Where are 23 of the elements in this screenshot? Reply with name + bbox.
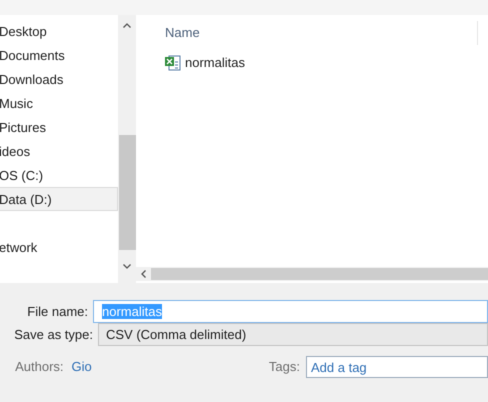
- scroll-left-icon[interactable]: [141, 270, 146, 278]
- field-label: Save as type:: [13, 326, 94, 344]
- file-name: normalitas: [185, 54, 245, 72]
- field-label: Authors:: [14, 358, 65, 376]
- file-row[interactable]: normalitas: [164, 51, 253, 75]
- save-type-dropdown[interactable]: CSV (Comma delimited): [98, 323, 488, 346]
- scrollbar-thumb[interactable]: [151, 268, 488, 280]
- nav-item[interactable]: Documents: [0, 43, 118, 67]
- field-label: File name:: [26, 302, 89, 321]
- field-label: Tags:: [268, 358, 301, 376]
- scroll-up-icon[interactable]: [123, 23, 131, 28]
- nav-item[interactable]: Downloads: [0, 67, 118, 91]
- nav-item[interactable]: Music: [0, 91, 118, 115]
- nav-item[interactable]: Data (D:): [0, 187, 118, 211]
- author-link[interactable]: Gio: [72, 357, 269, 377]
- column-header[interactable]: Name: [165, 23, 477, 43]
- spreadsheet-file-icon: [164, 54, 182, 72]
- nav-item[interactable]: Pictures: [0, 115, 118, 139]
- nav-item[interactable]: ideos: [0, 139, 118, 163]
- nav-item[interactable]: Desktop: [0, 19, 118, 43]
- scroll-down-icon[interactable]: [123, 264, 131, 269]
- scrollbar-thumb[interactable]: [118, 135, 136, 250]
- tags-field[interactable]: Add a tag: [306, 356, 488, 378]
